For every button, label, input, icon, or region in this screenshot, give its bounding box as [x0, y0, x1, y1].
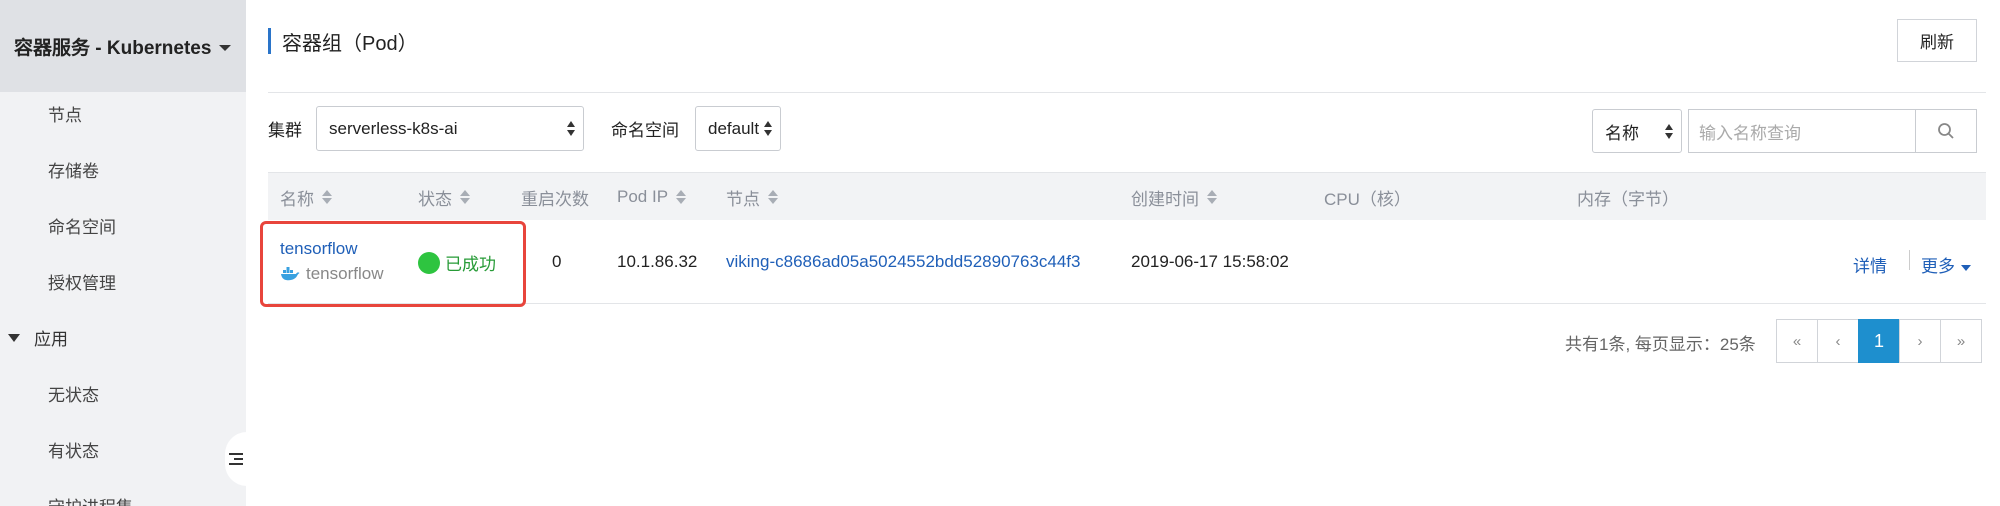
column-label: CPU（核）: [1324, 189, 1411, 209]
select-arrows-icon: [1665, 124, 1675, 139]
column-label: 重启次数: [521, 189, 589, 209]
sidebar-item-volumes[interactable]: 存储卷: [48, 157, 99, 182]
sort-icon: [460, 190, 470, 204]
column-node[interactable]: 节点: [726, 173, 778, 221]
cluster-select[interactable]: serverless-k8s-ai: [316, 106, 584, 151]
sidebar-item-daemonset[interactable]: 守护进程集: [48, 493, 133, 506]
namespace-select[interactable]: default: [695, 106, 781, 151]
sidebar-group-label: 应用: [34, 330, 68, 349]
column-label: 内存（字节）: [1577, 189, 1679, 209]
collapse-icon: [229, 450, 243, 468]
next-page-button[interactable]: ›: [1899, 319, 1941, 363]
pagination-summary: 共有1条, 每页显示：25条: [1565, 335, 1756, 354]
namespace-select-value: default: [708, 118, 760, 138]
sidebar: 容器服务 - Kubernetes 节点 存储卷 命名空间 授权管理 应用 无状…: [0, 0, 246, 506]
sidebar-product-title: 容器服务 - Kubernetes: [14, 37, 212, 59]
caret-down-icon: [1961, 264, 1971, 271]
triangle-down-icon: [8, 333, 20, 342]
column-memory: 内存（字节）: [1577, 173, 1679, 221]
sidebar-item-nodes[interactable]: 节点: [48, 101, 82, 126]
refresh-button[interactable]: 刷新: [1897, 19, 1977, 62]
sidebar-item-namespaces[interactable]: 命名空间: [48, 213, 116, 238]
page-title: 容器组（Pod）: [268, 28, 418, 55]
column-label: Pod IP: [617, 187, 669, 206]
more-dropdown[interactable]: 更多: [1921, 252, 1971, 277]
column-pod-ip[interactable]: Pod IP: [617, 173, 687, 221]
sidebar-product-switcher[interactable]: 容器服务 - Kubernetes: [0, 0, 246, 92]
sort-icon: [768, 190, 778, 204]
prev-page-button[interactable]: ‹: [1817, 319, 1859, 363]
highlight-box: [260, 221, 526, 307]
select-arrows-icon: [567, 121, 577, 136]
sort-icon: [1207, 190, 1217, 204]
search-field-value: 名称: [1605, 123, 1639, 143]
cluster-select-value: serverless-k8s-ai: [329, 118, 458, 138]
created-time: 2019-06-17 15:58:02: [1131, 252, 1289, 271]
namespace-label: 命名空间: [611, 121, 679, 140]
sidebar-item-stateless[interactable]: 无状态: [48, 381, 99, 406]
sort-icon: [322, 190, 332, 204]
caret-down-icon: [219, 45, 232, 51]
column-name[interactable]: 名称: [280, 173, 332, 221]
detail-link[interactable]: 详情: [1853, 252, 1887, 277]
column-label: 创建时间: [1131, 189, 1199, 209]
pod-ip: 10.1.86.32: [617, 252, 698, 271]
table-header: 名称 状态 重启次数 Pod IP 节点 创建时间 CPU（核） 内存（字节）: [268, 172, 1986, 220]
first-page-button[interactable]: «: [1776, 319, 1818, 363]
page-1-button[interactable]: 1: [1858, 319, 1900, 363]
node-link[interactable]: viking-c8686ad05a5024552bdd52890763c44f3: [726, 252, 1081, 272]
sidebar-group-apps[interactable]: 应用: [8, 325, 68, 350]
pagination: « ‹ 1 › »: [1776, 319, 1982, 363]
cluster-label: 集群: [268, 121, 302, 140]
more-label: 更多: [1921, 257, 1955, 276]
search-button[interactable]: [1915, 109, 1977, 153]
column-restarts: 重启次数: [521, 173, 589, 221]
column-status[interactable]: 状态: [418, 173, 470, 221]
sidebar-item-authorization[interactable]: 授权管理: [48, 269, 116, 294]
column-label: 状态: [418, 189, 452, 209]
search-field-select[interactable]: 名称: [1592, 109, 1682, 153]
column-created[interactable]: 创建时间: [1131, 173, 1217, 221]
search-input[interactable]: 输入名称查询: [1688, 109, 1916, 153]
column-cpu: CPU（核）: [1324, 173, 1411, 221]
last-page-button[interactable]: »: [1940, 319, 1982, 363]
action-separator: [1909, 250, 1910, 270]
column-label: 名称: [280, 189, 314, 209]
column-label: 节点: [726, 189, 760, 209]
search-icon: [1938, 123, 1954, 139]
restart-count: 0: [552, 252, 562, 271]
sort-icon: [676, 190, 687, 204]
sidebar-item-stateful[interactable]: 有状态: [48, 437, 99, 462]
divider: [268, 92, 1986, 93]
select-arrows-icon: [764, 121, 774, 136]
